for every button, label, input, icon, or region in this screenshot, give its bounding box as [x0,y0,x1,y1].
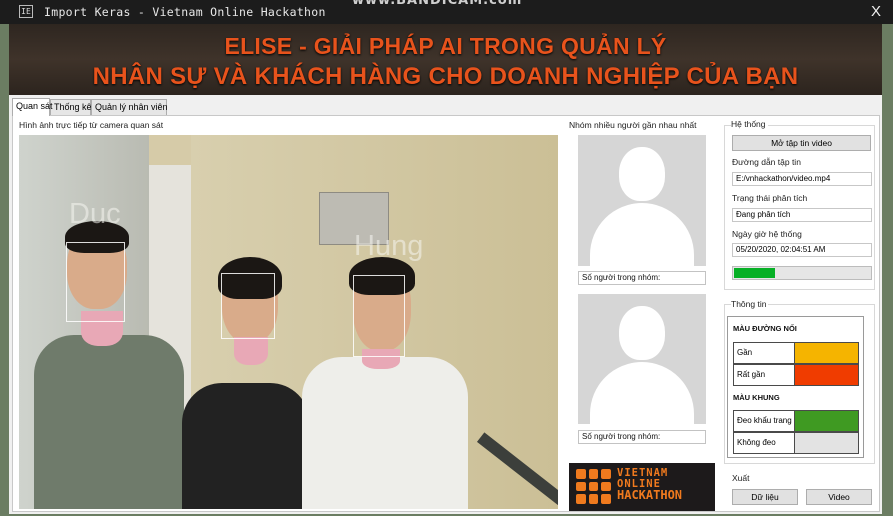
group-avatar-1 [578,135,706,266]
banner-line-1: ELISE - GIẢI PHÁP AI TRONG QUẢN LÝ [224,33,667,59]
window-title: Import Keras - Vietnam Online Hackathon [44,5,326,19]
legend-swatch [795,433,858,453]
banner-line-2: NHÂN SỰ VÀ KHÁCH HÀNG CHO DOANH NGHIỆP C… [92,63,799,90]
face-box [66,242,125,322]
legend-row-very-near: Rất gần [733,364,859,386]
group-avatar-2 [578,294,706,424]
export-title: Xuất [732,473,750,483]
path-label: Đường dẫn tập tin [732,157,801,167]
avatar-placeholder-head [619,306,665,360]
legend-swatch [795,411,858,431]
person-middle-mask [234,337,268,365]
person-left-body [34,335,184,509]
legend-label: Gần [734,343,795,363]
export-data-button[interactable]: Dữ liệu [732,489,798,505]
person-middle-body [182,383,310,509]
info-group-title: Thông tin [731,299,769,309]
face-box [221,273,275,339]
logo-line-3: HACKATHON [617,488,683,502]
group-count-1: Số người trong nhóm: [578,271,706,285]
analysis-progress-bar [732,266,872,280]
groups-title: Nhóm nhiều người gần nhau nhất [569,120,697,130]
legend-swatch [795,365,858,385]
face-name-label: Hung [354,230,424,262]
export-video-button[interactable]: Video [806,489,872,505]
observation-panel: Hình ảnh trực tiếp từ camera quan sát Du… [12,115,880,512]
datetime-field: 05/20/2020, 02:04:51 AM [732,243,872,257]
frame-color-section: MÀU KHUNG [733,393,780,402]
camera-feed: Duc Hung [19,135,558,509]
avatar-placeholder-body [590,362,694,424]
hackathon-logo: VIETNAM ONLINE HACKATHON [569,463,715,511]
progress-fill [734,268,775,278]
client-area: ELISE - GIẢI PHÁP AI TRONG QUẢN LÝ NHÂN … [9,24,882,514]
legend-swatch [795,343,858,363]
title-bar: IE Import Keras - Vietnam Online Hackath… [0,0,893,24]
face-name-label: Duc [69,198,121,230]
app-icon: IE [19,5,33,18]
open-video-button[interactable]: Mở tập tin video [732,135,871,151]
banner: ELISE - GIẢI PHÁP AI TRONG QUẢN LÝ NHÂN … [9,24,882,95]
legend-label: Rất gần [734,365,795,385]
tab-quan-sat[interactable]: Quan sát [12,98,53,116]
status-label: Trạng thái phân tích [732,193,808,203]
line-color-section: MÀU ĐƯỜNG NỐI [733,324,797,333]
legend-row-mask: Đeo khẩu trang [733,410,859,432]
group-count-2: Số người trong nhóm: [578,430,706,444]
close-button[interactable]: X [866,3,886,21]
person-right-body [302,357,468,509]
datetime-label: Ngày giờ hệ thống [732,229,802,239]
avatar-placeholder-body [590,203,694,266]
avatar-placeholder-head [619,147,665,201]
app-window: IE Import Keras - Vietnam Online Hackath… [0,0,893,516]
camera-title: Hình ảnh trực tiếp từ camera quan sát [19,120,164,130]
legend-label: Đeo khẩu trang [734,411,795,431]
legend-row-no-mask: Không đeo [733,432,859,454]
legend-label: Không đeo [734,433,795,453]
face-box [353,275,405,357]
tab-quan-ly-nhan-vien[interactable]: Quản lý nhân viên [91,99,168,115]
legend-row-near: Gần [733,342,859,364]
tab-thong-ke[interactable]: Thống kê [50,99,92,115]
status-field: Đang phân tích [732,208,872,222]
system-group-title: Hệ thống [731,119,768,129]
path-field[interactable]: E:/vnhackathon/video.mp4 [732,172,872,186]
color-legend: MÀU ĐƯỜNG NỐI Gần Rất gần MÀU KHUNG Đeo … [727,316,864,458]
logo-grid-icon [576,469,611,504]
recorder-watermark: www.BANDICAM.com [352,0,523,8]
